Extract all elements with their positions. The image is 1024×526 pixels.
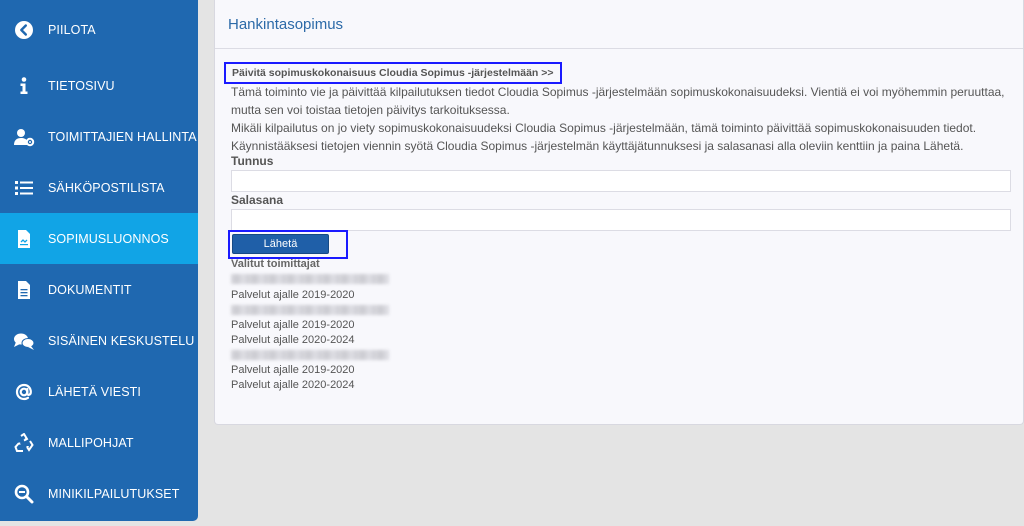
recycle-icon — [13, 432, 35, 454]
description-paragraph: Tämä toiminto vie ja päivittää kilpailut… — [231, 85, 1005, 117]
supplier-service-period: Palvelut ajalle 2019-2020 — [231, 319, 355, 331]
sidebar-item-info-page[interactable]: TIETOSIVU — [0, 60, 198, 111]
sidebar-item-mini-competitions[interactable]: MINIKILPAILUTUKSET — [0, 468, 198, 519]
supplier-service-period: Palvelut ajalle 2020-2024 — [231, 334, 355, 346]
description: Tämä toiminto vie ja päivittää kilpailut… — [231, 83, 1021, 155]
send-button-highlight: Lähetä — [228, 230, 348, 259]
redacted-supplier-name — [231, 350, 389, 360]
sidebar-item-internal-discussion[interactable]: SISÄINEN KESKUSTELU — [0, 315, 198, 366]
sidebar-item-hide[interactable]: PIILOTA — [0, 4, 198, 55]
sidebar-item-documents[interactable]: DOKUMENTIT — [0, 264, 198, 315]
update-contract-link[interactable]: Päivitä sopimuskokonaisuus Cloudia Sopim… — [224, 62, 562, 84]
description-paragraph: Käynnistääksesi tietojen viennin syötä C… — [231, 139, 964, 153]
sidebar-item-label: TIETOSIVU — [48, 78, 115, 93]
password-label: Salasana — [231, 193, 284, 207]
sidebar-item-label: SOPIMUSLUONNOS — [48, 231, 169, 246]
sidebar-item-send-message[interactable]: LÄHETÄ VIESTI — [0, 366, 198, 417]
description-paragraph: Mikäli kilpailutus on jo viety sopimusko… — [231, 121, 977, 135]
list-icon — [13, 177, 35, 199]
sidebar-item-label: DOKUMENTIT — [48, 282, 132, 297]
search-minus-icon — [13, 483, 35, 505]
page-title: Hankintasopimus — [228, 15, 344, 33]
sidebar-item-label: MINIKILPAILUTUKSET — [48, 486, 180, 501]
contract-panel: Hankintasopimus Päivitä sopimuskokonaisu… — [214, 0, 1024, 425]
sidebar-item-label: SÄHKÖPOSTILISTA — [48, 180, 165, 195]
sidebar-item-supplier-management[interactable]: TOIMITTAJIEN HALLINTA — [0, 111, 198, 162]
sidebar-item-email-list[interactable]: SÄHKÖPOSTILISTA — [0, 162, 198, 213]
sidebar-item-label: SISÄINEN KESKUSTELU — [48, 333, 195, 348]
document-icon — [13, 279, 35, 301]
supplier-service-period: Palvelut ajalle 2020-2024 — [231, 379, 355, 391]
contract-document-icon — [13, 228, 35, 250]
selected-suppliers-label: Valitut toimittajat — [231, 258, 320, 270]
chevron-left-circle-icon — [13, 19, 35, 41]
panel-header: Hankintasopimus — [215, 0, 1023, 49]
user-gear-icon — [13, 126, 35, 148]
sidebar-item-label: TOIMITTAJIEN HALLINTA — [48, 129, 197, 144]
send-button[interactable]: Lähetä — [232, 234, 329, 254]
password-input[interactable] — [231, 209, 1011, 231]
chat-icon — [13, 330, 35, 352]
sidebar-item-label: LÄHETÄ VIESTI — [48, 384, 141, 399]
username-label: Tunnus — [231, 154, 274, 168]
redacted-supplier-name — [231, 305, 389, 315]
redacted-supplier-name — [231, 274, 389, 284]
supplier-service-period: Palvelut ajalle 2019-2020 — [231, 289, 355, 301]
username-input[interactable] — [231, 170, 1011, 192]
info-icon — [13, 75, 35, 97]
sidebar-item-contract-draft[interactable]: SOPIMUSLUONNOS — [0, 213, 198, 264]
supplier-service-period: Palvelut ajalle 2019-2020 — [231, 364, 355, 376]
at-sign-icon — [13, 381, 35, 403]
sidebar-item-label: PIILOTA — [48, 22, 96, 37]
sidebar: PIILOTA TIETOSIVU TOIMITTAJIEN HALLINTA … — [0, 0, 198, 521]
sidebar-item-label: MALLIPOHJAT — [48, 435, 134, 450]
sidebar-item-templates[interactable]: MALLIPOHJAT — [0, 417, 198, 468]
